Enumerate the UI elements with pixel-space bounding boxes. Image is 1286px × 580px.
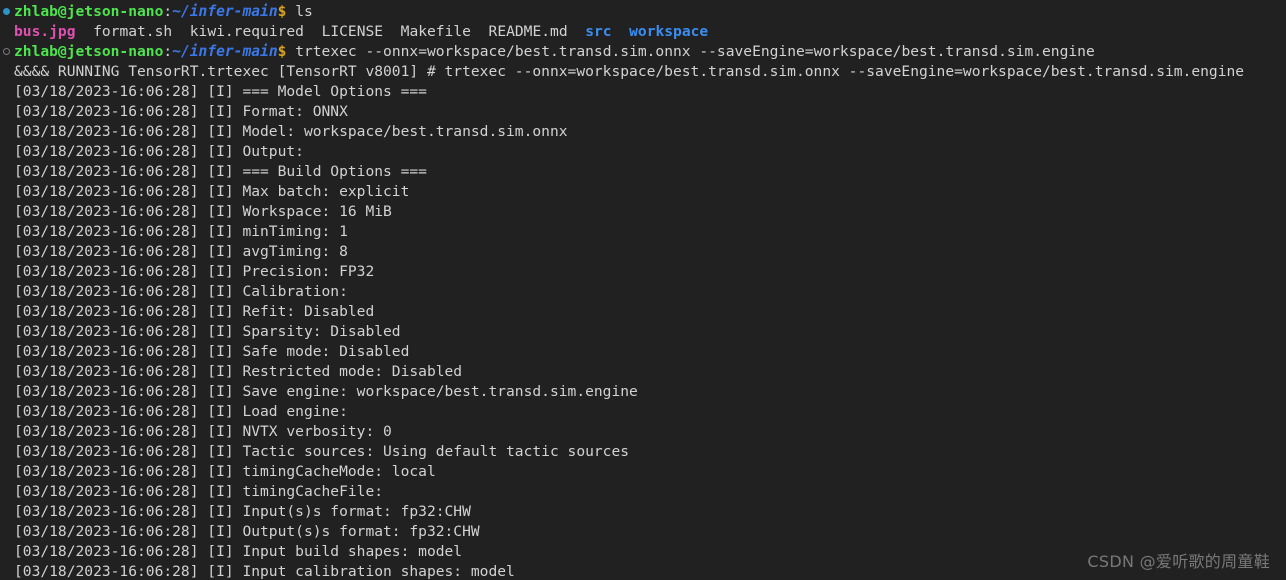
output-text: [03/18/2023-16:06:28] [I] timingCacheFil… [14, 483, 384, 500]
terminal-output-line: [03/18/2023-16:06:28] [I] Restricted mod… [0, 362, 1286, 382]
prompt-command: trtexec --onnx=workspace/best.transd.sim… [286, 43, 1095, 60]
output-text: [03/18/2023-16:06:28] [I] Model: workspa… [14, 123, 568, 140]
file-entry-gap [172, 23, 190, 40]
file-entry-README.md: README.md [488, 23, 568, 40]
prompt-user-host: zhlab@jetson-nano [14, 43, 164, 60]
output-text: [03/18/2023-16:06:28] [I] Sparsity: Disa… [14, 323, 401, 340]
terminal-output-line: [03/18/2023-16:06:28] [I] Precision: FP3… [0, 262, 1286, 282]
output-text: [03/18/2023-16:06:28] [I] timingCacheMod… [14, 463, 436, 480]
output-text: [03/18/2023-16:06:28] [I] === Build Opti… [14, 163, 427, 180]
file-entry-format.sh: format.sh [93, 23, 173, 40]
file-entry-gap [568, 23, 586, 40]
file-entry-gap [612, 23, 630, 40]
output-text: [03/18/2023-16:06:28] [I] Load engine: [14, 403, 348, 420]
terminal-output-line: [03/18/2023-16:06:28] [I] Tactic sources… [0, 442, 1286, 462]
file-entry-bus.jpg: bus.jpg [14, 23, 76, 40]
terminal-output-line: [03/18/2023-16:06:28] [I] Safe mode: Dis… [0, 342, 1286, 362]
terminal-output-line: [03/18/2023-16:06:28] [I] timingCacheFil… [0, 482, 1286, 502]
terminal-output-line: [03/18/2023-16:06:28] [I] Refit: Disable… [0, 302, 1286, 322]
terminal-output-line: [03/18/2023-16:06:28] [I] avgTiming: 8 [0, 242, 1286, 262]
output-text: [03/18/2023-16:06:28] [I] Tactic sources… [14, 443, 630, 460]
terminal-output-line: [03/18/2023-16:06:28] [I] === Build Opti… [0, 162, 1286, 182]
output-text: [03/18/2023-16:06:28] [I] NVTX verbosity… [14, 423, 392, 440]
status-idle-circle-icon [3, 48, 10, 55]
terminal-output-line: [03/18/2023-16:06:28] [I] NVTX verbosity… [0, 422, 1286, 442]
terminal-output-line: [03/18/2023-16:06:28] [I] Input build sh… [0, 542, 1286, 562]
file-entry-Makefile: Makefile [400, 23, 471, 40]
terminal-prompt-line: zhlab@jetson-nano:~/infer-main$ trtexec … [0, 42, 1286, 62]
output-text: [03/18/2023-16:06:28] [I] Output: [14, 143, 304, 160]
file-entry-gap [383, 23, 401, 40]
terminal-output-line: [03/18/2023-16:06:28] [I] Load engine: [0, 402, 1286, 422]
output-text: [03/18/2023-16:06:28] [I] === Model Opti… [14, 83, 427, 100]
file-entry-workspace: workspace [629, 23, 709, 40]
output-text: [03/18/2023-16:06:28] [I] Output(s)s for… [14, 523, 480, 540]
output-text: [03/18/2023-16:06:28] [I] Format: ONNX [14, 103, 348, 120]
output-text: [03/18/2023-16:06:28] [I] Input build sh… [14, 543, 463, 560]
prompt-separator: : [163, 3, 173, 20]
file-entry-gap [76, 23, 94, 40]
file-entry-kiwi.required: kiwi.required [189, 23, 304, 40]
terminal-window[interactable]: zhlab@jetson-nano:~/infer-main$ ls bus.jp… [0, 0, 1286, 580]
terminal-output-line: [03/18/2023-16:06:28] [I] Calibration: [0, 282, 1286, 302]
terminal-output-line: [03/18/2023-16:06:28] [I] Model: workspa… [0, 122, 1286, 142]
prompt-separator: : [163, 43, 173, 60]
terminal-output-line: [03/18/2023-16:06:28] [I] Output(s)s for… [0, 522, 1286, 542]
output-text: [03/18/2023-16:06:28] [I] Save engine: w… [14, 383, 638, 400]
file-entry-LICENSE: LICENSE [321, 23, 384, 40]
output-text: [03/18/2023-16:06:28] [I] Calibration: [14, 283, 348, 300]
terminal-output-line: [03/18/2023-16:06:28] [I] Input(s)s form… [0, 502, 1286, 522]
output-text: [03/18/2023-16:06:28] [I] Input calibrat… [14, 563, 515, 580]
prompt-command: ls [286, 3, 313, 20]
terminal-output-line: [03/18/2023-16:06:28] [I] Save engine: w… [0, 382, 1286, 402]
terminal-output-line: [03/18/2023-16:06:28] [I] Max batch: exp… [0, 182, 1286, 202]
terminal-output-line: [03/18/2023-16:06:28] [I] Input calibrat… [0, 562, 1286, 580]
terminal-output-line: [03/18/2023-16:06:28] [I] Workspace: 16 … [0, 202, 1286, 222]
terminal-output-line: [03/18/2023-16:06:28] [I] timingCacheMod… [0, 462, 1286, 482]
terminal-output-line: [03/18/2023-16:06:28] [I] === Model Opti… [0, 82, 1286, 102]
output-text: [03/18/2023-16:06:28] [I] Max batch: exp… [14, 183, 410, 200]
output-text: &&&& RUNNING TensorRT.trtexec [TensorRT … [14, 63, 1245, 80]
prompt-path: ~/infer-main [172, 43, 278, 60]
output-text: [03/18/2023-16:06:28] [I] Input(s)s form… [14, 503, 471, 520]
file-listing-line: bus.jpg format.sh kiwi.required LICENSE … [0, 22, 1286, 42]
terminal-prompt-line: zhlab@jetson-nano:~/infer-main$ ls [0, 2, 1286, 22]
prompt-user-host: zhlab@jetson-nano [14, 3, 164, 20]
file-entry-src: src [585, 23, 612, 40]
terminal-output-line: &&&& RUNNING TensorRT.trtexec [TensorRT … [0, 62, 1286, 82]
terminal-output-line: [03/18/2023-16:06:28] [I] Format: ONNX [0, 102, 1286, 122]
prompt-path: ~/infer-main [172, 3, 278, 20]
output-text: [03/18/2023-16:06:28] [I] Restricted mod… [14, 363, 463, 380]
terminal-output-line: [03/18/2023-16:06:28] [I] minTiming: 1 [0, 222, 1286, 242]
output-text: [03/18/2023-16:06:28] [I] Refit: Disable… [14, 303, 375, 320]
output-text: [03/18/2023-16:06:28] [I] Precision: FP3… [14, 263, 375, 280]
status-ok-circle-icon [3, 8, 10, 15]
output-text: [03/18/2023-16:06:28] [I] avgTiming: 8 [14, 243, 348, 260]
output-text: [03/18/2023-16:06:28] [I] Workspace: 16 … [14, 203, 392, 220]
file-entry-gap [471, 23, 489, 40]
output-text: [03/18/2023-16:06:28] [I] minTiming: 1 [14, 223, 348, 240]
file-entry-gap [304, 23, 322, 40]
terminal-screen[interactable]: zhlab@jetson-nano:~/infer-main$ ls bus.jp… [0, 2, 1286, 580]
terminal-output-line: [03/18/2023-16:06:28] [I] Output: [0, 142, 1286, 162]
terminal-output-line: [03/18/2023-16:06:28] [I] Sparsity: Disa… [0, 322, 1286, 342]
output-text: [03/18/2023-16:06:28] [I] Safe mode: Dis… [14, 343, 410, 360]
